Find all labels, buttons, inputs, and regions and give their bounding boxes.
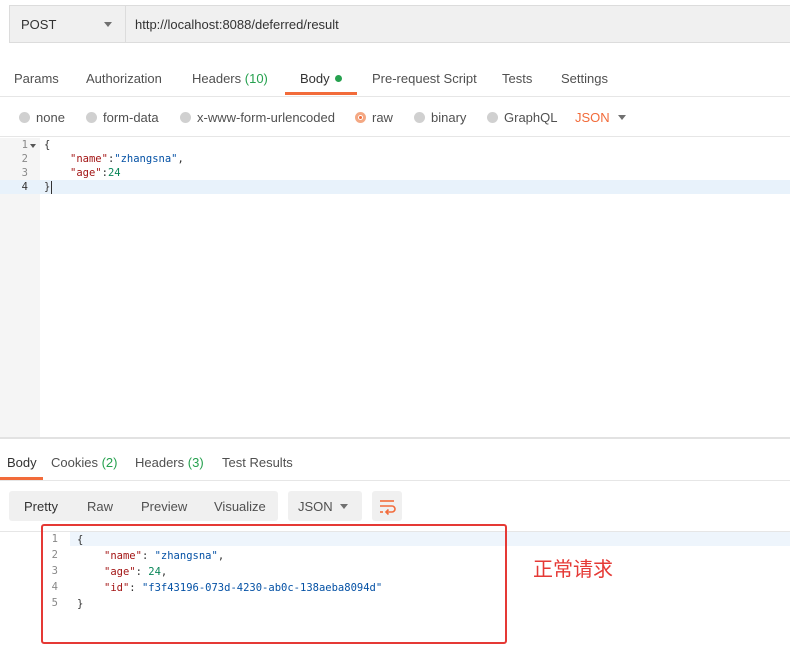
tab-body[interactable]: Body bbox=[300, 71, 342, 86]
chevron-down-icon bbox=[104, 22, 112, 27]
code-token: "age" bbox=[70, 167, 102, 179]
radio-x-www-form-urlencoded[interactable]: x-www-form-urlencoded bbox=[180, 110, 335, 125]
url-input[interactable]: http://localhost:8088/deferred/result bbox=[135, 17, 339, 32]
line-number: 2 bbox=[21, 153, 28, 165]
chevron-down-icon bbox=[340, 504, 348, 509]
pane-splitter[interactable] bbox=[0, 437, 790, 439]
view-raw-button[interactable]: Raw bbox=[87, 499, 113, 514]
line-number: 3 bbox=[21, 167, 28, 179]
radio-form-data-label: form-data bbox=[103, 110, 159, 125]
request-url-bar: POST http://localhost:8088/deferred/resu… bbox=[9, 5, 790, 43]
radio-selected-icon bbox=[355, 112, 366, 123]
radio-form-data[interactable]: form-data bbox=[86, 110, 159, 125]
response-format-label: JSON bbox=[298, 499, 333, 514]
radio-binary-label: binary bbox=[431, 110, 467, 125]
radio-raw[interactable]: raw bbox=[355, 110, 393, 125]
response-tab-headers-count: (3) bbox=[187, 455, 204, 470]
body-format-dropdown[interactable]: JSON bbox=[575, 110, 610, 125]
code-token: { bbox=[44, 139, 51, 151]
code-token: "zhangsna" bbox=[114, 153, 178, 165]
text-cursor bbox=[51, 181, 52, 194]
wrap-lines-icon bbox=[380, 500, 396, 516]
response-tab-cookies-count: (2) bbox=[101, 455, 118, 470]
tab-pre-request-script[interactable]: Pre-request Script bbox=[372, 71, 477, 86]
response-tab-test-results[interactable]: Test Results bbox=[222, 455, 293, 470]
divider bbox=[0, 480, 790, 481]
radio-none-label: none bbox=[36, 110, 65, 125]
code-line: { bbox=[44, 138, 184, 152]
code-token: , bbox=[177, 153, 184, 165]
radio-icon bbox=[86, 112, 97, 123]
view-pretty-button[interactable]: Pretty bbox=[24, 499, 58, 514]
radio-icon bbox=[180, 112, 191, 123]
response-tab-headers[interactable]: Headers (3) bbox=[135, 455, 204, 470]
annotation-label: 正常请求 bbox=[533, 557, 613, 581]
request-body-editor[interactable]: { "name":"zhangsna", "age":24 } bbox=[44, 138, 184, 194]
active-tab-indicator bbox=[285, 92, 357, 95]
radio-raw-label: raw bbox=[372, 110, 393, 125]
divider bbox=[0, 136, 790, 137]
annotation-highlight-box bbox=[41, 524, 507, 644]
fold-toggle-icon[interactable] bbox=[30, 144, 36, 148]
code-line: "name":"zhangsna", bbox=[44, 152, 184, 166]
tab-headers[interactable]: Headers (10) bbox=[192, 71, 268, 86]
radio-x-www-label: x-www-form-urlencoded bbox=[197, 110, 335, 125]
tab-settings[interactable]: Settings bbox=[561, 71, 608, 86]
method-label: POST bbox=[21, 17, 57, 32]
tab-tests[interactable]: Tests bbox=[502, 71, 532, 86]
code-line: } bbox=[44, 180, 184, 194]
radio-binary[interactable]: binary bbox=[414, 110, 466, 125]
code-token: 24 bbox=[107, 167, 121, 179]
line-number: 1 bbox=[21, 139, 28, 151]
body-modified-dot-icon bbox=[334, 75, 342, 82]
view-visualize-button[interactable]: Visualize bbox=[214, 499, 266, 514]
tab-params[interactable]: Params bbox=[14, 71, 59, 86]
response-tab-body[interactable]: Body bbox=[7, 455, 37, 470]
response-tab-headers-label: Headers bbox=[135, 455, 185, 470]
code-token: } bbox=[44, 181, 51, 193]
chevron-down-icon[interactable] bbox=[618, 115, 626, 120]
radio-graphql[interactable]: GraphQL bbox=[487, 110, 557, 125]
tab-authorization[interactable]: Authorization bbox=[86, 71, 162, 86]
wrap-lines-button[interactable] bbox=[372, 491, 402, 521]
radio-none[interactable]: none bbox=[19, 110, 65, 125]
response-tab-cookies-label: Cookies bbox=[51, 455, 98, 470]
code-line: "age":24 bbox=[44, 166, 184, 180]
radio-icon bbox=[414, 112, 425, 123]
radio-icon bbox=[487, 112, 498, 123]
divider bbox=[0, 96, 790, 97]
method-select[interactable]: POST bbox=[10, 6, 126, 42]
tab-headers-count: (10) bbox=[244, 71, 268, 86]
tab-body-label: Body bbox=[300, 71, 330, 86]
view-preview-button[interactable]: Preview bbox=[141, 499, 187, 514]
radio-graphql-label: GraphQL bbox=[504, 110, 558, 125]
response-tab-cookies[interactable]: Cookies (2) bbox=[51, 455, 117, 470]
radio-icon bbox=[19, 112, 30, 123]
code-token: "name" bbox=[70, 153, 108, 165]
tab-headers-label: Headers bbox=[192, 71, 242, 86]
line-number: 4 bbox=[21, 181, 28, 193]
